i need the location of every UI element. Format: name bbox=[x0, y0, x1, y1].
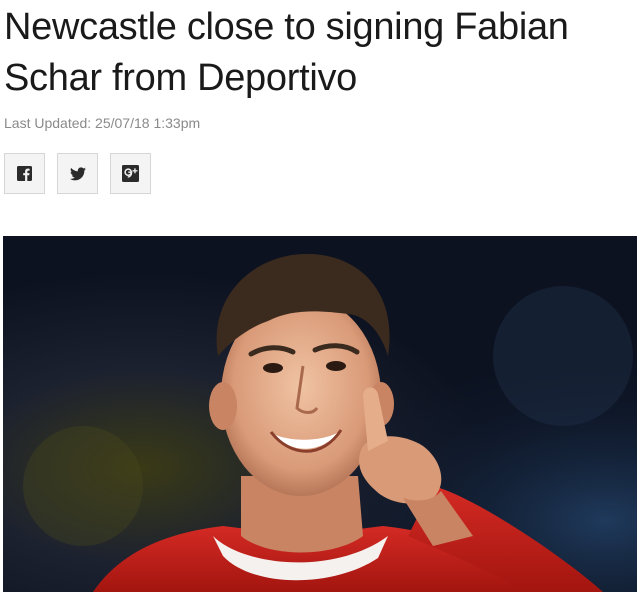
article-page: Newcastle close to signing Fabian Schar … bbox=[0, 0, 640, 592]
share-buttons bbox=[4, 153, 151, 194]
share-twitter-button[interactable] bbox=[57, 153, 98, 194]
share-google-plus-button[interactable] bbox=[110, 153, 151, 194]
facebook-icon bbox=[17, 166, 32, 181]
google-plus-icon bbox=[122, 165, 139, 182]
article-headline: Newcastle close to signing Fabian Schar … bbox=[4, 6, 569, 99]
twitter-icon bbox=[69, 166, 86, 180]
article-hero-image bbox=[3, 236, 637, 592]
footballer-photo bbox=[3, 236, 637, 592]
last-updated-timestamp: Last Updated: 25/07/18 1:33pm bbox=[4, 115, 201, 131]
share-facebook-button[interactable] bbox=[4, 153, 45, 194]
